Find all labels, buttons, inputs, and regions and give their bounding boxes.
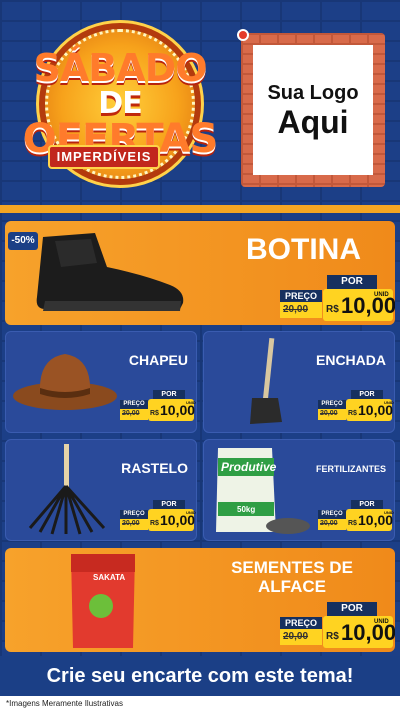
- disclaimer-text: *Imagens Meramente Ilustrativas: [0, 696, 400, 711]
- currency-label: R$: [348, 520, 357, 527]
- bag-brand: Produtive: [221, 460, 277, 474]
- currency-label: R$: [326, 631, 339, 642]
- pin-icon: [237, 29, 249, 41]
- product-name-line1: SEMENTES DE: [231, 558, 353, 577]
- header: SÁBADO DE OFERTAS IMPERDÍVEIS Sua Logo A…: [0, 0, 400, 205]
- currency-label: R$: [150, 410, 159, 417]
- logo-text-line2: Aqui: [277, 103, 349, 140]
- bag-weight: 50kg: [237, 505, 256, 514]
- por-label: POR: [351, 390, 383, 399]
- preco-label: PREÇO: [120, 400, 148, 409]
- product-card-chapeu[interactable]: CHAPEU POR PREÇO 20,00 R$ 10,00 UNID: [5, 331, 197, 433]
- currency-label: R$: [150, 520, 159, 527]
- product-name-line2: ALFACE: [258, 577, 326, 596]
- product-name: CHAPEU: [128, 352, 188, 368]
- preco-label: PREÇO: [280, 290, 322, 302]
- product-card-botina[interactable]: BOTINA POR PREÇO 20,00 R$ 10,00 UNID: [5, 221, 395, 325]
- por-label: POR: [153, 500, 185, 509]
- seed-packet-icon: [71, 554, 135, 648]
- preco-label: PREÇO: [280, 617, 322, 629]
- product-name: ENCHADA: [316, 352, 386, 368]
- product-name: FERTILIZANTES: [316, 464, 386, 474]
- preco-label: PREÇO: [318, 510, 346, 519]
- preco-label: PREÇO: [120, 510, 148, 519]
- sale-title-badge: SÁBADO DE OFERTAS: [20, 24, 220, 199]
- title-line-1: SÁBADO: [33, 46, 208, 90]
- unit-label: UNID: [186, 510, 196, 515]
- por-label: POR: [351, 500, 383, 509]
- divider-strip: [0, 205, 400, 213]
- product-name: BOTINA: [246, 233, 361, 266]
- unit-label: UNID: [384, 510, 394, 515]
- por-label: POR: [153, 390, 185, 399]
- hat-icon: [13, 354, 117, 410]
- fertilizer-bag-icon: [216, 448, 310, 534]
- logo-text-line1: Sua Logo: [267, 81, 359, 104]
- unit-label: UNID: [374, 292, 389, 298]
- old-price: 20,00: [283, 304, 309, 315]
- old-price: 20,00: [320, 520, 338, 527]
- product-card-fertilizantes[interactable]: Produtive 50kg FERTILIZANTES POR PREÇO 2…: [203, 439, 395, 541]
- subtitle-ribbon: IMPERDÍVEIS: [48, 145, 160, 169]
- unit-label: UNID: [384, 400, 394, 405]
- logo-placeholder[interactable]: Sua Logo Aqui: [253, 45, 373, 175]
- packet-brand: SAKATA: [93, 573, 126, 582]
- rake-icon: [28, 444, 106, 535]
- cta-banner[interactable]: Crie seu encarte com este tema!: [0, 656, 400, 696]
- preco-label: PREÇO: [318, 400, 346, 409]
- product-card-sementes[interactable]: SAKATA SEMENTES DE ALFACE POR PREÇO 20,0…: [5, 548, 395, 652]
- boot-icon: [36, 233, 184, 311]
- product-name: SEMENTES DE ALFACE: [227, 558, 357, 596]
- unit-label: UNID: [186, 400, 196, 405]
- old-price: 20,00: [122, 520, 140, 527]
- old-price: 20,00: [122, 410, 140, 417]
- discount-badge: -50%: [8, 232, 38, 250]
- por-label: POR: [327, 275, 377, 289]
- por-label: POR: [327, 602, 377, 616]
- currency-label: R$: [326, 304, 339, 315]
- unit-label: UNID: [374, 619, 389, 625]
- old-price: 20,00: [283, 631, 309, 642]
- product-card-enchada[interactable]: ENCHADA POR PREÇO 20,00 R$ 10,00 UNID: [203, 331, 395, 433]
- product-name: RASTELO: [121, 460, 188, 476]
- logo-frame: Sua Logo Aqui: [237, 29, 385, 187]
- currency-label: R$: [348, 410, 357, 417]
- hoe-icon: [250, 337, 282, 424]
- product-card-rastelo[interactable]: RASTELO POR PREÇO 20,00 R$ 10,00 UNID: [5, 439, 197, 541]
- old-price: 20,00: [320, 410, 338, 417]
